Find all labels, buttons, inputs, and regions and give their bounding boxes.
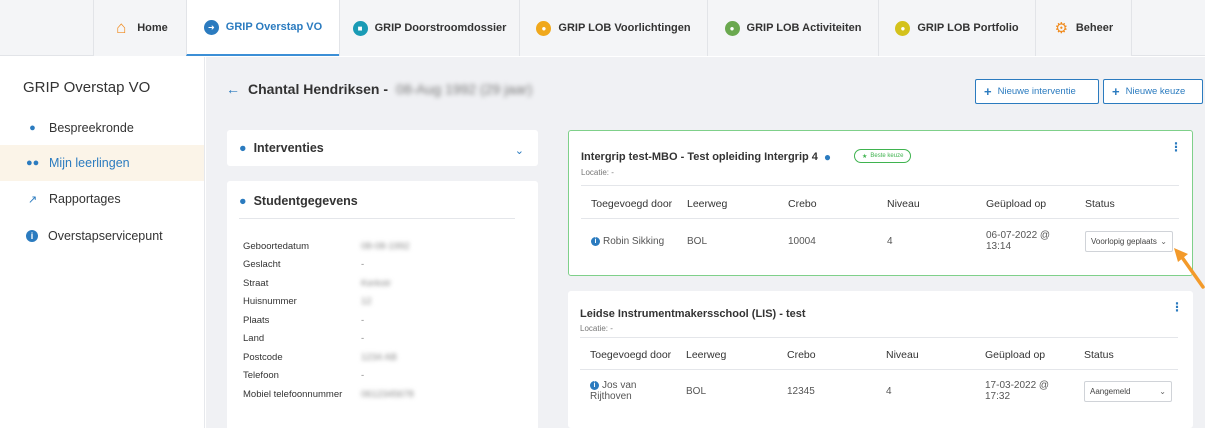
tab-grip-doorstroomdossier[interactable]: ■ GRIP Doorstroomdossier [339, 0, 519, 56]
tab-grip-lob-voorlichtingen[interactable]: ● GRIP LOB Voorlichtingen [519, 0, 707, 56]
tab-home[interactable]: ⌂ Home [93, 0, 186, 56]
niveau-cell: 4 [887, 236, 893, 247]
column-header: Status [1084, 349, 1114, 361]
detail-row: Geboortedatum 08-08-1992 [243, 240, 410, 252]
chat-icon[interactable]: ● [824, 150, 831, 164]
column-header: Crebo [787, 349, 816, 361]
chat-icon: ● [29, 122, 36, 134]
breadcrumb: ← Chantal Hendriksen - 08-Aug 1992 (29 j… [226, 81, 532, 97]
tab-grip-lob-activiteiten[interactable]: ● GRIP LOB Activiteiten [707, 0, 878, 56]
column-header: Toegevoegd door [591, 198, 673, 210]
more-options-icon[interactable]: ⋮ [1171, 300, 1183, 314]
column-header: Crebo [788, 198, 817, 210]
voorlichtingen-icon: ● [536, 20, 552, 36]
column-header: Toegevoegd door [590, 349, 672, 361]
column-header: Leerweg [686, 349, 727, 361]
sidebar: GRIP Overstap VO ● Bespreekronde ●● Mijn… [0, 57, 205, 428]
users-icon: ●● [26, 157, 40, 169]
top-navigation: ⌂ Home ➜ GRIP Overstap VO ■ GRIP Doorstr… [0, 0, 1205, 56]
choice-title: Intergrip test-MBO - Test opleiding Inte… [581, 151, 818, 163]
student-details-title: Studentgegevens [253, 194, 358, 208]
sidebar-item-bespreekronde[interactable]: ● Bespreekronde [0, 110, 204, 146]
info-icon[interactable]: i [590, 380, 599, 390]
plus-icon: + [1112, 84, 1120, 99]
student-name: Chantal Hendriksen - [248, 81, 389, 97]
choice-location: Locatie: - [581, 168, 614, 177]
user-icon: ● [239, 194, 247, 208]
chat-icon: ● [239, 141, 247, 155]
portfolio-icon: ● [895, 20, 911, 36]
column-header: Leerweg [687, 198, 728, 210]
column-header: Niveau [887, 198, 920, 210]
plus-icon: + [984, 84, 992, 99]
student-dob: 08-Aug 1992 (29 jaar) [396, 81, 533, 97]
sidebar-title: GRIP Overstap VO [23, 79, 151, 96]
choice-card: Intergrip test-MBO - Test opleiding Inte… [568, 130, 1193, 276]
info-icon[interactable]: i [591, 236, 600, 246]
tab-beheer[interactable]: ⚙ Beheer [1035, 0, 1132, 56]
crebo-cell: 10004 [788, 236, 816, 247]
choice-title: Leidse Instrumentmakersschool (LIS) - te… [580, 308, 806, 320]
chevron-down-icon[interactable]: ⌄ [515, 144, 524, 157]
tab-grip-lob-portfolio[interactable]: ● GRIP LOB Portfolio [878, 0, 1035, 56]
status-select[interactable]: Voorlopig geplaatst ⌄ [1085, 231, 1173, 252]
home-icon: ⌂ [116, 18, 127, 37]
student-details-list: Geboortedatum 08-08-1992 Geslacht - Straat… [243, 237, 513, 404]
choice-location: Locatie: - [580, 324, 613, 333]
detail-row: Plaats - [243, 314, 365, 326]
added-by-cell: i Jos van Rijthoven [590, 380, 637, 402]
student-details-card: ● Studentgegevens Geboortedatum 08-08-199… [227, 181, 538, 428]
best-choice-badge: ★ Beste keuze [854, 149, 912, 163]
overstap-icon: ➜ [203, 19, 219, 35]
main-content: ← Chantal Hendriksen - 08-Aug 1992 (29 j… [206, 57, 1205, 428]
column-header: Geüpload op [986, 198, 1047, 210]
ribbon-icon: ★ [862, 153, 868, 160]
leerweg-cell: BOL [686, 386, 707, 397]
back-arrow-icon[interactable]: ← [226, 81, 240, 97]
interventions-card[interactable]: ● Interventies ⌄ [227, 130, 538, 166]
detail-row: Land - [243, 333, 365, 345]
uploaded-cell: 17-03-2022 @ 17:32 [985, 380, 1050, 402]
detail-row: Straat Kerkstr [243, 277, 392, 289]
new-choice-button[interactable]: + Nieuwe keuze [1103, 79, 1203, 104]
sidebar-item-mijn-leerlingen[interactable]: ●● Mijn leerlingen [0, 145, 204, 181]
added-by-cell: i Robin Sikking [591, 236, 664, 247]
uploaded-cell: 06-07-2022 @ 13:14 [986, 230, 1051, 252]
detail-row: Huisnummer 12 [243, 296, 372, 308]
choice-card: Leidse Instrumentmakersschool (LIS) - te… [568, 291, 1193, 428]
detail-row: Geslacht - [243, 259, 365, 271]
more-options-icon[interactable]: ⋮ [1170, 140, 1182, 154]
detail-row: Telefoon - [243, 370, 365, 382]
niveau-cell: 4 [886, 386, 892, 397]
new-intervention-button[interactable]: + Nieuwe interventie [975, 79, 1099, 104]
column-header: Geüpload op [985, 349, 1046, 361]
sidebar-item-overstapservicepunt[interactable]: i Overstapservicepunt [0, 218, 204, 254]
sidebar-item-rapportages[interactable]: ↗ Rapportages [0, 181, 204, 217]
chevron-down-icon: ⌄ [1160, 237, 1167, 246]
chevron-down-icon: ⌄ [1159, 387, 1166, 396]
doorstroom-icon: ■ [352, 20, 368, 36]
info-icon: i [26, 230, 38, 242]
status-select[interactable]: Aangemeld ⌄ [1084, 381, 1172, 402]
activiteiten-icon: ● [724, 20, 740, 36]
leerweg-cell: BOL [687, 236, 708, 247]
tab-grip-overstap-vo[interactable]: ➜ GRIP Overstap VO [186, 0, 339, 56]
detail-row: Postcode 1234 AB [243, 351, 397, 363]
annotation-arrow-icon [1174, 248, 1205, 289]
gear-icon: ⚙ [1054, 20, 1069, 37]
interventions-title: Interventies [253, 141, 324, 155]
detail-row: Mobiel telefoonnummer 0612345678 [243, 388, 414, 400]
column-header: Niveau [886, 349, 919, 361]
crebo-cell: 12345 [787, 386, 815, 397]
chart-icon: ↗ [27, 193, 38, 206]
column-header: Status [1085, 198, 1115, 210]
